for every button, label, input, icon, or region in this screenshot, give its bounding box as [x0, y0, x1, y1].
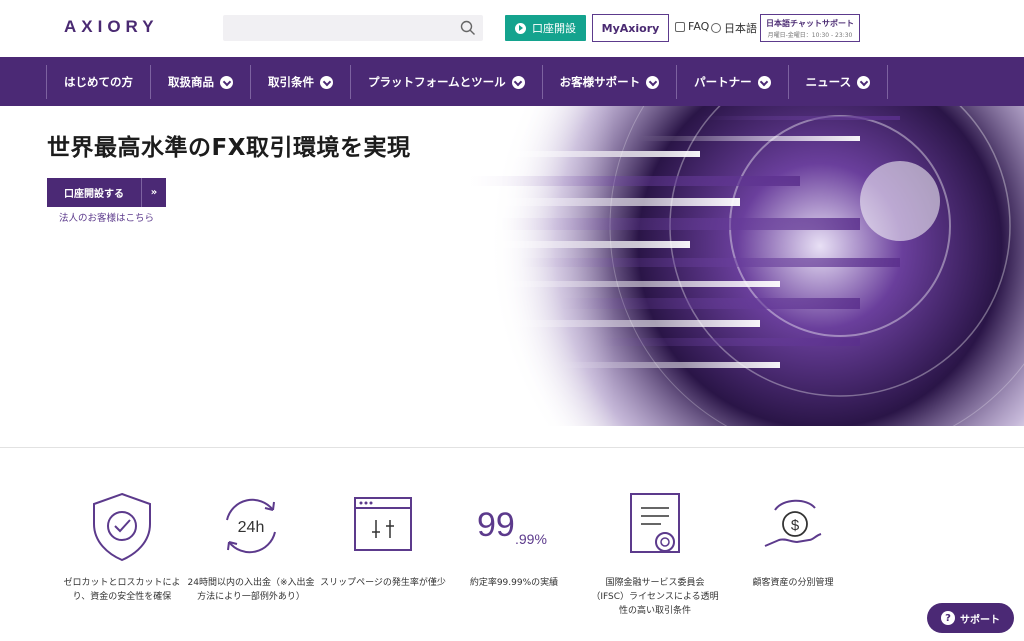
hero-cta-label: 口座開設する — [64, 189, 124, 200]
nav-label: ニュース — [805, 75, 852, 89]
percentage-icon: 99 .99% — [477, 506, 547, 547]
feature-item: スリップページの発生率が僅少 — [318, 490, 448, 590]
top-header: AXIORY 口座開設 MyAxiory FAQ 日本語 日本語チャットサポート… — [0, 0, 1024, 57]
search-icon[interactable] — [459, 19, 477, 37]
double-chevron-right-icon: » — [141, 178, 166, 207]
nav-label: パートナー — [694, 75, 752, 89]
percentage-big-text: 99 — [477, 506, 515, 544]
hero-banner: 世界最高水準のFX取引環境を実現 口座開設する » 法人のお客様はこちら — [0, 106, 1024, 426]
language-selector[interactable]: 日本語 — [711, 20, 757, 36]
feature-caption: ゼロカットとロスカットにより、資金の安全性を確保 — [63, 578, 181, 602]
chevron-down-icon — [646, 75, 660, 89]
support-chat-button[interactable]: ? サポート — [927, 603, 1014, 633]
question-icon: ? — [941, 611, 955, 625]
browser-sliders-icon — [354, 497, 412, 551]
hero-headline: 世界最高水準のFX取引環境を実現 — [47, 135, 411, 161]
nav-label: はじめての方 — [64, 75, 133, 89]
feature-item: ゼロカットとロスカットにより、資金の安全性を確保 — [57, 490, 187, 604]
feature-caption: 約定率99.99%の実績 — [469, 578, 559, 588]
open-account-button[interactable]: 口座開設 — [505, 15, 586, 41]
feature-caption: 24時間以内の入出金（※入出金方法により一部例外あり） — [187, 578, 315, 602]
shield-check-icon — [93, 492, 151, 562]
24h-text: 24h — [238, 519, 265, 536]
certificate-icon — [630, 493, 680, 553]
feature-item: 国際金融サービス委員会（IFSC）ライセンスによる透明性の高い取引条件 — [590, 490, 720, 618]
feature-caption: 国際金融サービス委員会（IFSC）ライセンスによる透明性の高い取引条件 — [591, 578, 719, 616]
feature-caption: 顧客資産の分別管理 — [752, 578, 834, 588]
svg-text:$: $ — [791, 517, 800, 534]
open-account-label: 口座開設 — [532, 22, 576, 35]
chevron-down-icon — [511, 75, 525, 89]
nav-item-news[interactable]: ニュース — [789, 65, 889, 99]
support-label: サポート — [960, 614, 1000, 626]
myaxiory-button[interactable]: MyAxiory — [592, 14, 669, 42]
hand-coin-icon: $ — [764, 499, 822, 547]
language-label: 日本語 — [724, 22, 757, 35]
faq-label: FAQ — [688, 20, 710, 33]
nav-item-products[interactable]: 取扱商品 — [151, 65, 251, 99]
section-divider — [0, 447, 1024, 448]
feature-item: 99 .99% 約定率99.99%の実績 — [449, 490, 579, 590]
feature-caption: スリップページの発生率が僅少 — [320, 578, 446, 588]
nav-label: 取扱商品 — [168, 75, 214, 89]
24h-clock-icon: 24h — [226, 498, 276, 554]
percentage-small-text: .99% — [515, 531, 547, 547]
site-logo[interactable]: AXIORY — [64, 17, 159, 37]
chevron-down-icon — [857, 75, 871, 89]
faq-icon — [675, 21, 685, 32]
chat-support-button[interactable]: 日本語チャットサポート 月曜日-金曜日：10:30 - 23:30 — [760, 14, 860, 42]
feature-item: $ 顧客資産の分別管理 — [728, 490, 858, 590]
nav-item-conditions[interactable]: 取引条件 — [251, 65, 351, 99]
nav-label: 取引条件 — [268, 75, 314, 89]
nav-item-beginners[interactable]: はじめての方 — [47, 65, 151, 99]
main-nav: はじめての方 取扱商品 取引条件 プラットフォームとツール お客様サポート パー… — [0, 57, 1024, 106]
nav-item-partners[interactable]: パートナー — [677, 65, 789, 99]
faq-link[interactable]: FAQ — [675, 20, 709, 33]
feature-item: 24h 24時間以内の入出金（※入出金方法により一部例外あり） — [186, 490, 316, 604]
search-input[interactable] — [223, 15, 483, 41]
chat-support-title: 日本語チャットサポート — [766, 19, 854, 28]
play-icon — [515, 22, 526, 34]
nav-label: お客様サポート — [559, 75, 641, 89]
nav-item-platforms[interactable]: プラットフォームとツール — [351, 65, 543, 99]
corporate-customers-link[interactable]: 法人のお客様はこちら — [59, 210, 154, 224]
chevron-down-icon — [220, 75, 233, 89]
hero-open-account-button[interactable]: 口座開設する » — [47, 178, 166, 207]
nav-item-support[interactable]: お客様サポート — [543, 65, 678, 99]
nav-label: プラットフォームとツール — [368, 75, 506, 89]
chevron-down-icon — [757, 75, 771, 89]
chat-support-hours: 月曜日-金曜日：10:30 - 23:30 — [767, 32, 853, 39]
chevron-down-icon — [320, 75, 333, 89]
globe-icon — [711, 23, 721, 33]
